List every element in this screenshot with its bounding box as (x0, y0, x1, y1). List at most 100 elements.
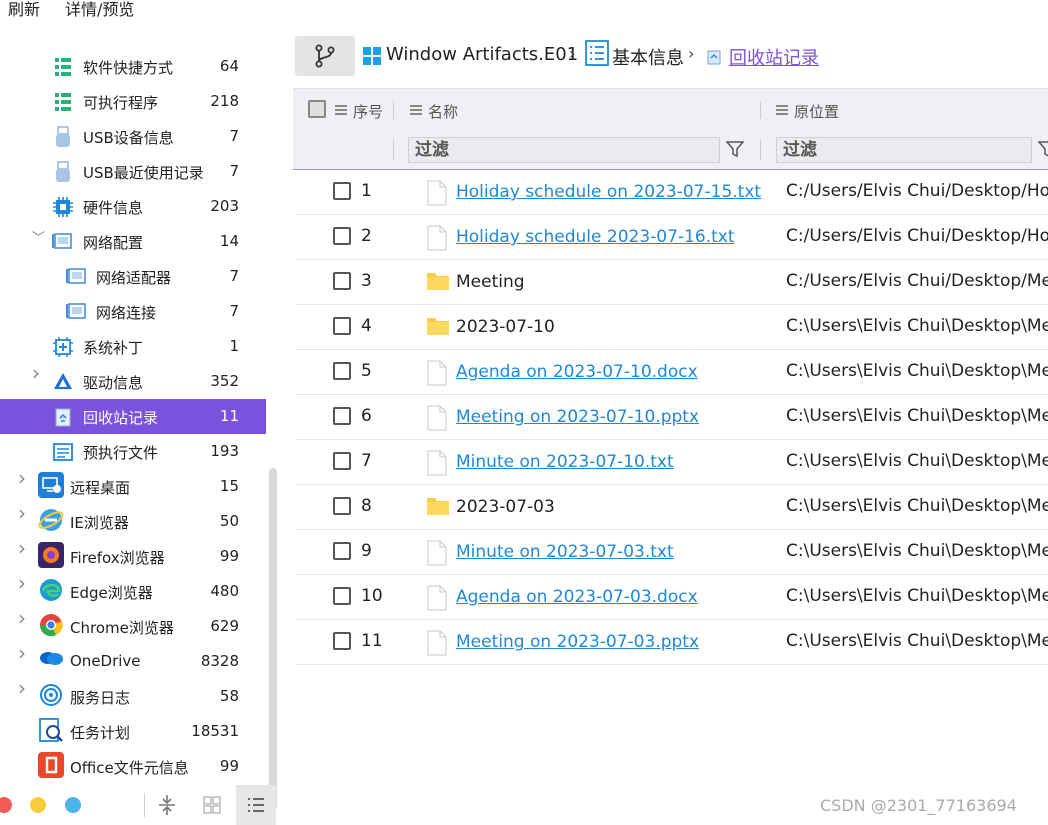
row-checkbox[interactable] (333, 632, 351, 650)
sidebar-item[interactable]: › 远程桌面 15 (0, 468, 266, 504)
table-row[interactable]: 10 Agenda on 2023-07-03.docx C:\Users\Elvi… (296, 575, 1048, 620)
sidebar-item-count: 7 (229, 302, 239, 320)
sidebar-item-count: 14 (219, 232, 239, 250)
row-name[interactable]: Agenda on 2023-07-03.docx (456, 587, 698, 607)
select-all-checkbox[interactable] (308, 100, 326, 118)
chevron-right-icon[interactable]: › (18, 608, 28, 628)
table-row[interactable]: 4 2023-07-10 C:\Users\Elvis Chui\Desktop\M… (296, 305, 1048, 350)
table-row[interactable]: 11 Meeting on 2023-07-03.pptx C:\Users\Elv… (296, 620, 1048, 665)
row-checkbox[interactable] (333, 407, 351, 425)
sidebar-item[interactable]: Office文件元信息 99 (0, 749, 266, 784)
row-name[interactable]: Agenda on 2023-07-10.docx (456, 362, 698, 382)
sidebar-item-label: Office文件元信息 (70, 759, 189, 777)
row-checkbox[interactable] (333, 587, 351, 605)
folder-icon (426, 270, 449, 294)
row-name[interactable]: Meeting on 2023-07-10.pptx (456, 407, 699, 427)
sidebar-item-count: 99 (219, 757, 239, 775)
sidebar-item[interactable]: 硬件信息 203 (0, 189, 266, 224)
chevron-right-icon[interactable]: › (32, 363, 42, 383)
breadcrumb-current[interactable]: 回收站记录 (729, 44, 819, 70)
chevron-right-icon[interactable]: › (18, 678, 28, 698)
chevron-right-icon[interactable]: › (18, 468, 28, 488)
sidebar-item-label: USB设备信息 (83, 129, 174, 147)
sidebar-item[interactable]: 回收站记录 11 (0, 399, 266, 434)
branch-button[interactable] (295, 36, 355, 76)
filter-icon[interactable] (1038, 140, 1048, 158)
sidebar-item[interactable]: › 驱动信息 352 (0, 363, 266, 399)
row-name[interactable]: Holiday schedule 2023-07-16.txt (456, 227, 734, 247)
row-checkbox[interactable] (333, 542, 351, 560)
row-checkbox[interactable] (333, 272, 351, 290)
sidebar-item[interactable]: › Firefox浏览器 99 (0, 538, 266, 574)
row-checkbox[interactable] (333, 317, 351, 335)
red-dot-icon[interactable] (0, 797, 12, 813)
row-name[interactable]: Holiday schedule on 2023-07-15.txt (456, 182, 761, 202)
table-row[interactable]: 3 Meeting C:/Users/Elvis Chui/Desktop/Meet… (296, 260, 1048, 305)
table-row[interactable]: 5 Agenda on 2023-07-10.docx C:\Users\Elvis… (296, 350, 1048, 395)
sidebar-item[interactable]: USB设备信息 7 (0, 119, 266, 154)
table-row[interactable]: 1 Holiday schedule on 2023-07-15.txt C:/Us… (296, 170, 1048, 215)
patch-icon (52, 336, 74, 358)
sidebar-item[interactable]: 预执行文件 193 (0, 434, 266, 469)
sidebar-item-label: Firefox浏览器 (70, 549, 165, 567)
row-checkbox[interactable] (333, 227, 351, 245)
sidebar-item[interactable]: 可执行程序 218 (0, 84, 266, 119)
sidebar-item-label: IE浏览器 (70, 514, 129, 532)
chevron-right-icon[interactable]: › (18, 573, 28, 593)
row-location: C:\Users\Elvis Chui\Desktop\Meeti (786, 361, 1048, 381)
filter-icon[interactable] (726, 140, 744, 158)
sidebar-item[interactable]: 软件快捷方式 64 (0, 49, 266, 84)
chevron-right-icon[interactable]: › (18, 503, 28, 523)
row-checkbox[interactable] (333, 497, 351, 515)
grid-view-icon[interactable] (192, 785, 232, 825)
sidebar-item[interactable]: ﹀ 网络配置 14 (0, 224, 266, 259)
location-filter-input[interactable]: 过滤 (776, 137, 1032, 163)
column-header-index[interactable]: 序号 (353, 101, 383, 122)
column-header-name[interactable]: 名称 (428, 101, 458, 122)
blue-dot-icon[interactable] (65, 797, 81, 813)
row-name[interactable]: Minute on 2023-07-03.txt (456, 542, 674, 562)
breadcrumb-evidence[interactable]: Window Artifacts.E01 (386, 44, 578, 65)
column-menu-icon[interactable] (335, 105, 347, 115)
breadcrumb-section[interactable]: 基本信息 (612, 44, 684, 70)
sidebar-item[interactable]: › IE浏览器 50 (0, 503, 266, 539)
table-row[interactable]: 7 Minute on 2023-07-10.txt C:\Users\Elvis … (296, 440, 1048, 485)
sidebar-item[interactable]: 网络适配器 7 (0, 259, 266, 294)
details-preview-menu-item[interactable]: 详情/预览 (65, 0, 134, 20)
list-view-icon[interactable] (236, 785, 276, 825)
sidebar-item[interactable]: › OneDrive 8328 (0, 643, 266, 679)
chevron-right-icon[interactable]: › (18, 643, 28, 663)
collapse-icon[interactable] (147, 785, 187, 825)
sidebar-item-count: 480 (210, 582, 239, 600)
sidebar-item[interactable]: 系统补丁 1 (0, 329, 266, 364)
row-name: 2023-07-03 (456, 497, 555, 517)
column-divider[interactable] (760, 101, 761, 119)
row-checkbox[interactable] (333, 362, 351, 380)
table-row[interactable]: 9 Minute on 2023-07-03.txt C:\Users\Elvis … (296, 530, 1048, 575)
chevron-right-icon: › (688, 44, 695, 63)
table-row[interactable]: 6 Meeting on 2023-07-10.pptx C:\Users\Elvi… (296, 395, 1048, 440)
sidebar-item[interactable]: 任务计划 18531 (0, 714, 266, 749)
chevron-down-icon[interactable]: ﹀ (32, 232, 45, 245)
row-checkbox[interactable] (333, 452, 351, 470)
row-name[interactable]: Meeting on 2023-07-03.pptx (456, 632, 699, 652)
column-menu-icon[interactable] (410, 105, 422, 115)
sidebar-item[interactable]: USB最近使用记录 7 (0, 154, 266, 189)
refresh-menu-item[interactable]: 刷新 (8, 0, 40, 20)
sidebar-item[interactable]: › Chrome浏览器 629 (0, 608, 266, 644)
chevron-right-icon[interactable]: › (18, 538, 28, 558)
sidebar-item[interactable]: › Edge浏览器 480 (0, 573, 266, 609)
column-header-location[interactable]: 原位置 (794, 101, 839, 122)
table-row[interactable]: 8 2023-07-03 C:\Users\Elvis Chui\Desktop\M… (296, 485, 1048, 530)
table-row[interactable]: 2 Holiday schedule 2023-07-16.txt C:/Users… (296, 215, 1048, 260)
row-name[interactable]: Minute on 2023-07-10.txt (456, 452, 674, 472)
sidebar-item-count: 58 (219, 687, 239, 705)
sidebar-scrollbar[interactable] (269, 468, 277, 810)
sidebar-item[interactable]: 网络连接 7 (0, 294, 266, 329)
yellow-dot-icon[interactable] (30, 797, 46, 813)
name-filter-input[interactable]: 过滤 (408, 137, 720, 163)
row-checkbox[interactable] (333, 182, 351, 200)
sidebar-item[interactable]: › 服务日志 58 (0, 678, 266, 714)
column-menu-icon[interactable] (776, 105, 788, 115)
column-divider[interactable] (393, 101, 394, 119)
